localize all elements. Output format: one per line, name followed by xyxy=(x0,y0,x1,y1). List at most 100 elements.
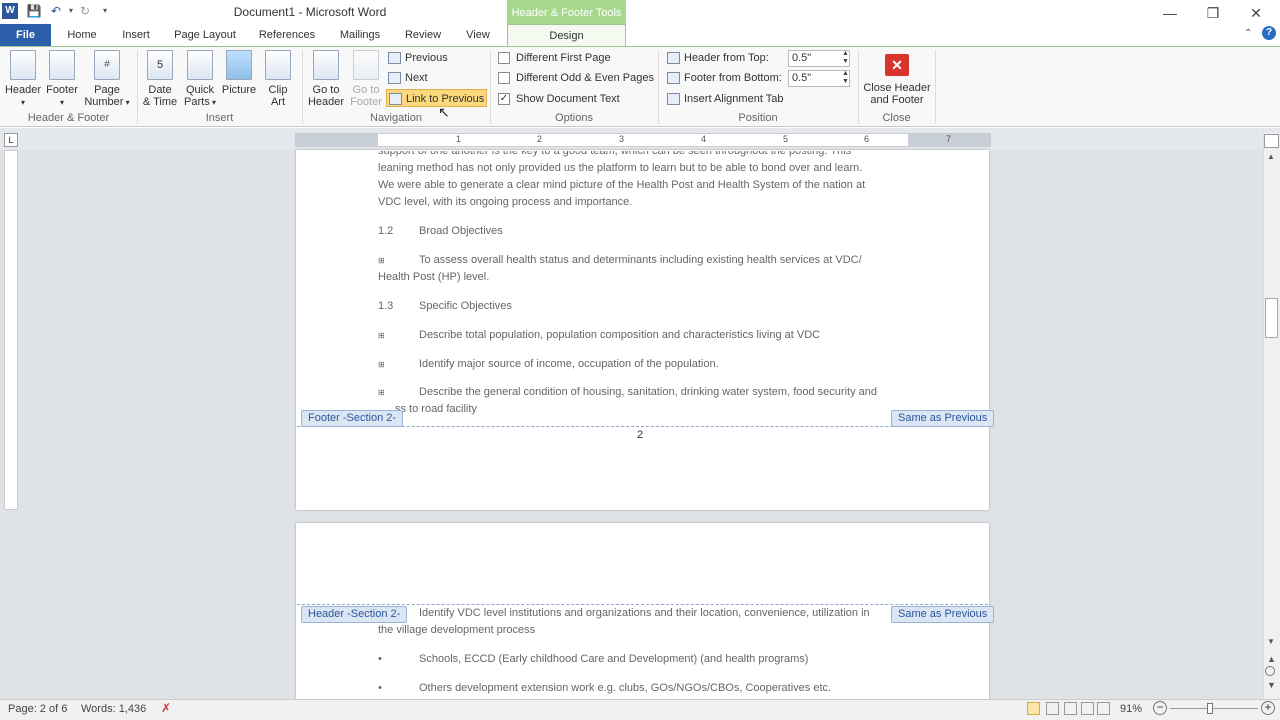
group-label-header-footer: Header & Footer xyxy=(27,112,110,124)
different-odd-even-checkbox[interactable]: Different Odd & Even Pages xyxy=(498,69,654,87)
outline-view-icon[interactable] xyxy=(1081,702,1094,715)
group-label-position: Position xyxy=(738,112,778,124)
clip-art-icon xyxy=(265,50,291,80)
body-text-line: VDC level, with its ongoing process and … xyxy=(378,196,633,208)
group-label-close: Close xyxy=(882,112,911,124)
bullet-placeholder-icon: ⊞ xyxy=(378,256,385,265)
ruler-toggle-icon[interactable] xyxy=(1264,134,1279,148)
ruler-number: 6 xyxy=(864,134,870,144)
heading-number: 1.3 xyxy=(378,300,394,312)
tab-review[interactable]: Review xyxy=(400,24,446,46)
go-to-header-button[interactable]: Go to Header xyxy=(306,50,346,110)
minimize-icon[interactable]: — xyxy=(1155,3,1185,23)
checkmark-icon: ✓ xyxy=(498,93,510,106)
go-to-footer-icon xyxy=(353,50,379,80)
scroll-up-icon[interactable]: ▲ xyxy=(1267,152,1275,161)
word-count-status[interactable]: Words: 1,436 xyxy=(81,703,146,715)
body-text-line: Describe the general condition of housin… xyxy=(419,386,877,398)
print-layout-view-icon[interactable] xyxy=(1027,702,1040,715)
previous-icon xyxy=(388,52,401,65)
draft-view-icon[interactable] xyxy=(1097,702,1110,715)
heading-broad-objectives: Broad Objectives xyxy=(419,225,503,237)
tab-design[interactable]: Design xyxy=(507,24,626,47)
spinner-arrows-icon[interactable]: ▲ ▼ xyxy=(842,50,849,66)
body-text-line: Identify VDC level institutions and orga… xyxy=(419,607,870,619)
footer-from-bottom-input[interactable]: 0.5" xyxy=(788,70,850,87)
ruler-number: 4 xyxy=(701,134,707,144)
next-button[interactable]: Next xyxy=(388,69,428,87)
page-number-field[interactable]: 2 xyxy=(637,427,643,444)
link-to-previous-button[interactable]: Link to Previous xyxy=(386,89,488,107)
tab-file[interactable]: File xyxy=(0,24,51,46)
show-document-text-checkbox[interactable]: ✓ Show Document Text xyxy=(498,90,620,108)
scrollbar-thumb[interactable] xyxy=(1265,298,1278,338)
close-red-x-icon: ✕ xyxy=(885,54,909,76)
header-button[interactable]: Header ▾ xyxy=(4,50,42,110)
different-first-page-checkbox[interactable]: Different First Page xyxy=(498,49,611,67)
alignment-tab-icon xyxy=(667,93,680,106)
zoom-out-icon[interactable]: − xyxy=(1153,701,1167,715)
previous-page-icon[interactable]: ▲ xyxy=(1267,654,1276,664)
body-text-line: To assess overall health status and dete… xyxy=(419,254,862,266)
tab-selector-icon[interactable]: L xyxy=(4,133,18,147)
quick-parts-button[interactable]: Quick Parts ▾ xyxy=(181,50,219,110)
body-text-line: the village development process xyxy=(378,624,536,636)
close-window-icon[interactable]: ✕ xyxy=(1241,3,1271,23)
body-text-line: We were able to generate a clear mind pi… xyxy=(378,179,866,191)
context-tab-header-footer-tools: Header & Footer Tools xyxy=(507,0,626,24)
web-layout-icon[interactable] xyxy=(1064,702,1077,715)
previous-button[interactable]: Previous xyxy=(388,49,448,67)
ruler-number: 1 xyxy=(456,134,462,144)
tab-page-layout[interactable]: Page Layout xyxy=(170,24,240,46)
body-text-line: Identify major source of income, occupat… xyxy=(419,358,719,370)
help-icon[interactable]: ? xyxy=(1262,26,1276,40)
body-text-line: Describe total population, population co… xyxy=(419,329,821,341)
zoom-slider-thumb[interactable] xyxy=(1207,703,1213,714)
ruler-number: 5 xyxy=(783,134,789,144)
picture-icon xyxy=(226,50,252,80)
page-number-button[interactable]: # Page Number ▾ xyxy=(83,50,131,110)
vertical-scrollbar[interactable] xyxy=(1263,132,1280,699)
picture-button[interactable]: Picture xyxy=(220,50,258,110)
proofing-status-icon[interactable]: ✗ xyxy=(161,701,171,715)
footer-position-icon xyxy=(667,72,680,85)
same-as-previous-badge: Same as Previous xyxy=(891,606,995,623)
bullet-icon: • xyxy=(378,653,382,665)
horizontal-ruler[interactable]: 2 3 4 5 6 7 1 xyxy=(295,133,991,147)
zoom-slider-track[interactable] xyxy=(1170,708,1258,709)
go-to-footer-button[interactable]: Go to Footer xyxy=(347,50,385,110)
zoom-in-icon[interactable]: + xyxy=(1261,701,1275,715)
footer-icon xyxy=(49,50,75,80)
browse-object-icon[interactable] xyxy=(1265,666,1275,676)
clip-art-button[interactable]: Clip Art xyxy=(261,50,295,110)
restore-icon[interactable]: ❐ xyxy=(1198,3,1228,23)
bullet-icon: • xyxy=(378,682,382,694)
full-screen-reading-icon[interactable] xyxy=(1046,702,1059,715)
insert-alignment-tab-button[interactable]: Insert Alignment Tab xyxy=(667,90,783,108)
footer-button[interactable]: Footer ▾ xyxy=(44,50,80,110)
tab-insert[interactable]: Insert xyxy=(114,24,158,46)
close-header-footer-button[interactable]: ✕ Close Header and Footer xyxy=(862,50,932,110)
bullet-placeholder-icon: ⊞ xyxy=(378,331,385,340)
tab-mailings[interactable]: Mailings xyxy=(333,24,387,46)
collapse-ribbon-icon[interactable]: ⌃ xyxy=(1244,28,1252,39)
heading-number: 1.2 xyxy=(378,225,394,237)
spinner-arrows-icon[interactable]: ▲ ▼ xyxy=(842,70,849,86)
body-text-line: Others development extension work e.g. c… xyxy=(419,682,832,694)
tab-references[interactable]: References xyxy=(254,24,320,46)
page-count-status[interactable]: Page: 2 of 6 xyxy=(8,703,67,715)
body-text-line: leaning method has not only provided us … xyxy=(378,162,863,174)
next-icon xyxy=(388,72,401,85)
calendar-icon: 5 xyxy=(147,50,173,80)
tab-view[interactable]: View xyxy=(458,24,498,46)
vertical-ruler[interactable] xyxy=(4,150,18,510)
next-page-icon[interactable]: ▼ xyxy=(1267,680,1276,690)
zoom-level[interactable]: 91% xyxy=(1120,703,1142,715)
date-time-button[interactable]: 5 Date & Time xyxy=(141,50,179,110)
header-from-top-input[interactable]: 0.5" xyxy=(788,50,850,67)
tab-home[interactable]: Home xyxy=(60,24,104,46)
scroll-down-icon[interactable]: ▼ xyxy=(1267,637,1275,646)
bullet-placeholder-icon: ⊞ xyxy=(378,360,385,369)
ruler-number: 7 xyxy=(946,134,952,144)
group-label-options: Options xyxy=(555,112,593,124)
